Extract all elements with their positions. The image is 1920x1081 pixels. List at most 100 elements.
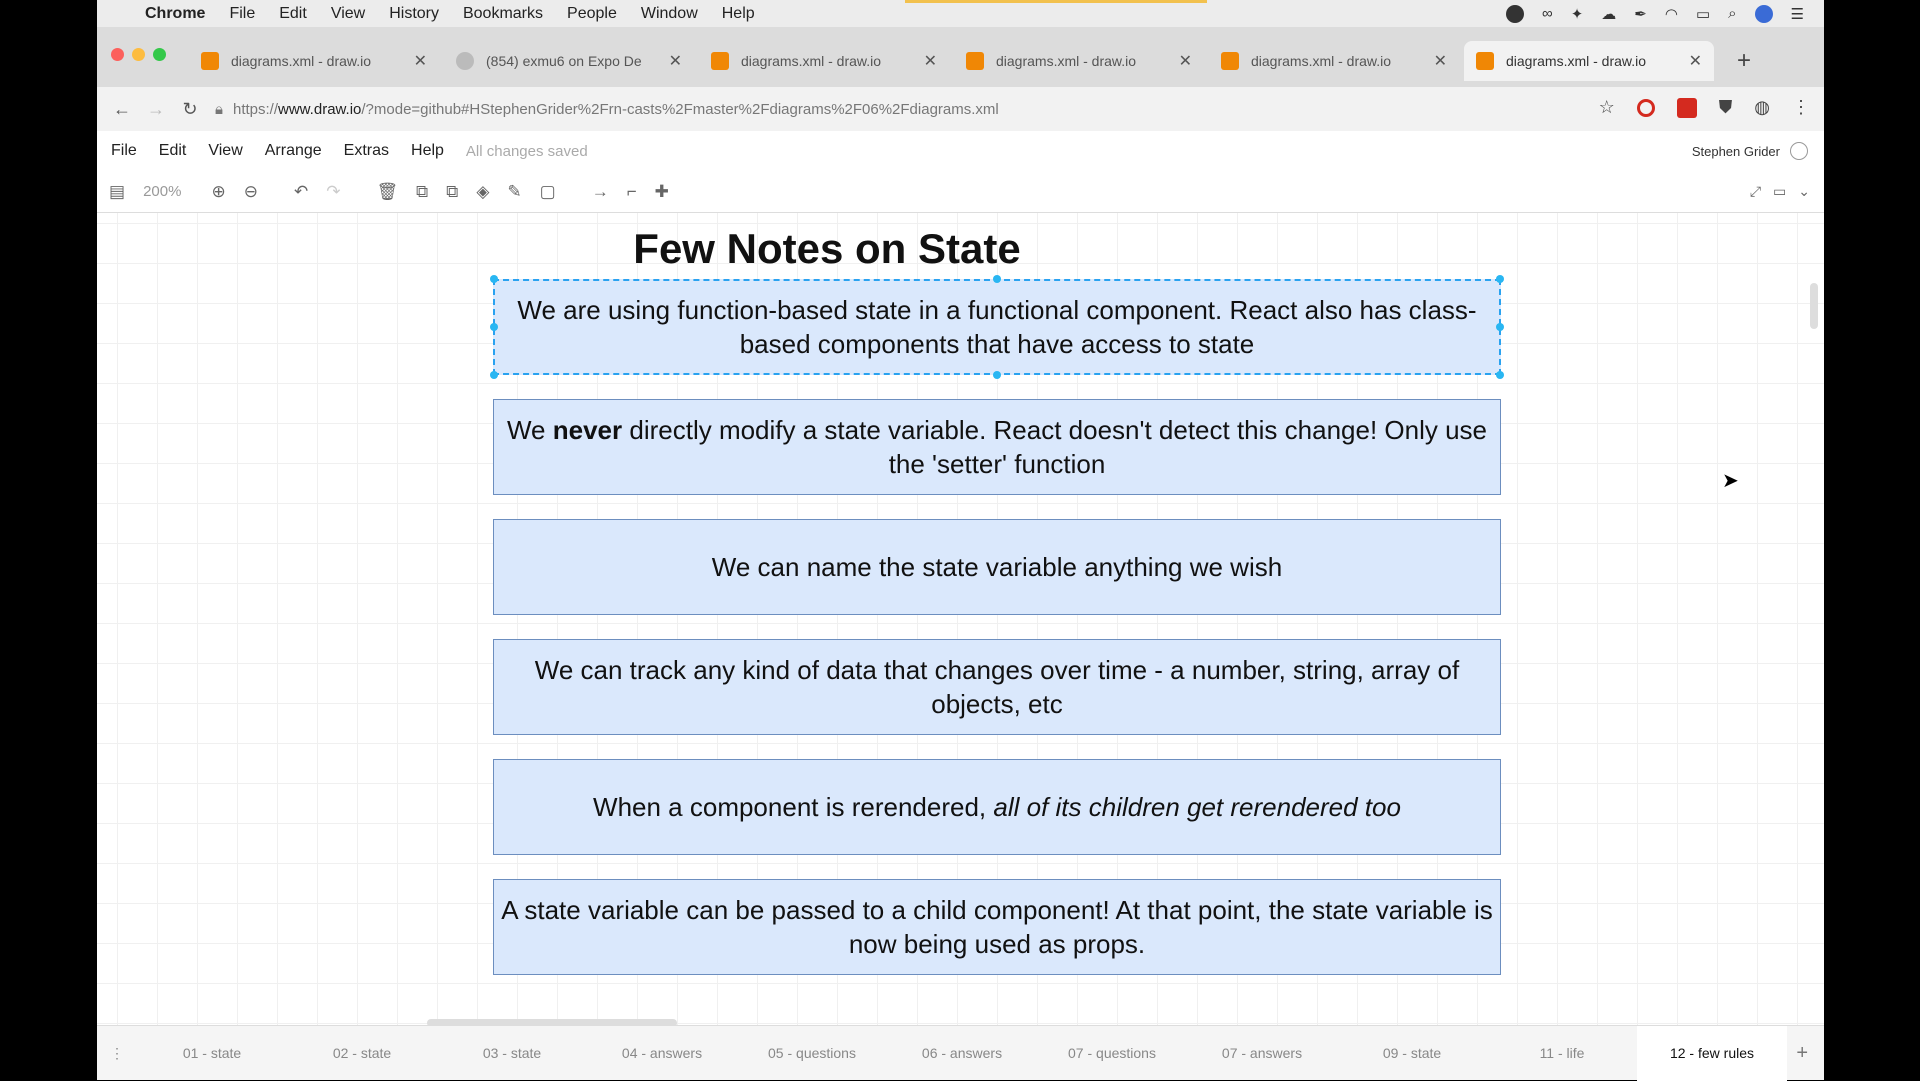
browser-tab[interactable]: diagrams.xml - draw.io ✕ [699,41,949,81]
extension-icon[interactable]: ⛊ [1719,97,1733,118]
close-tab-icon[interactable]: ✕ [414,51,427,71]
chrome-menu-icon[interactable]: ⋮ [1792,97,1810,118]
close-tab-icon[interactable]: ✕ [1179,51,1192,71]
page-tab[interactable]: 05 - questions [737,1045,887,1061]
page-tab[interactable]: 12 - few rules [1637,1025,1787,1081]
siri-icon[interactable] [1754,4,1773,23]
add-page-button[interactable]: + [1796,1042,1824,1065]
menu-history[interactable]: History [389,5,439,23]
page-tab[interactable]: 07 - answers [1187,1045,1337,1061]
close-window-button[interactable] [111,48,124,61]
page-tab[interactable]: 03 - state [437,1045,587,1061]
menu-view[interactable]: View [331,5,365,23]
page-tab[interactable]: 04 - answers [587,1045,737,1061]
drawio-menu-extras[interactable]: Extras [344,142,389,160]
drawio-menu-help[interactable]: Help [411,142,444,160]
vertical-scrollbar[interactable] [1810,283,1818,329]
page-tab[interactable]: 11 - life [1487,1045,1637,1061]
bookmark-star-icon[interactable]: ☆ [1599,97,1615,118]
resize-handle[interactable] [1496,275,1504,283]
browser-tab[interactable]: diagrams.xml - draw.io ✕ [1209,41,1459,81]
close-tab-icon[interactable]: ✕ [1689,51,1702,71]
new-tab-button[interactable]: + [1737,47,1751,75]
opera-extension-icon[interactable] [1636,98,1655,117]
collapse-icon[interactable]: ⌄ [1798,183,1810,200]
resize-handle[interactable] [1496,371,1504,379]
menu-edit[interactable]: Edit [279,5,307,23]
browser-tab-active[interactable]: diagrams.xml - draw.io ✕ [1464,41,1714,81]
undo-icon[interactable]: ↶ [294,182,308,202]
menu-window[interactable]: Window [641,5,698,23]
resize-handle[interactable] [1496,323,1504,331]
to-back-icon[interactable]: ⧉ [446,182,458,202]
profile-icon[interactable]: ◍ [1754,97,1770,118]
resize-handle[interactable] [993,371,1001,379]
address-bar[interactable]: 🔒︎ https:// www.draw.io /?mode=github#HS… [215,94,1495,124]
menu-app-chrome[interactable]: Chrome [145,5,205,23]
lock-icon[interactable]: 🔒︎ [215,101,223,118]
list-icon[interactable]: ☰ [1791,5,1804,23]
browser-tab[interactable]: diagrams.xml - draw.io ✕ [189,41,439,81]
close-tab-icon[interactable]: ✕ [1434,51,1447,71]
drawio-menu-arrange[interactable]: Arrange [265,142,322,160]
zoom-window-button[interactable] [153,48,166,61]
note-box[interactable]: We are using function-based state in a f… [493,279,1501,375]
drawio-menu-file[interactable]: File [111,142,137,160]
zoom-in-icon[interactable]: ⊕ [211,182,225,202]
search-icon[interactable]: ⌕ [1728,5,1736,22]
status-app-icon[interactable] [1506,4,1524,23]
browser-tab[interactable]: diagrams.xml - draw.io ✕ [954,41,1204,81]
redo-icon[interactable]: ↷ [326,182,340,202]
diagram-title[interactable]: Few Notes on State [97,225,1727,273]
menu-bookmarks[interactable]: Bookmarks [463,5,543,23]
waypoints-icon[interactable]: ⌐ [627,182,637,202]
resize-handle[interactable] [490,371,498,379]
note-box[interactable]: A state variable can be passed to a chil… [493,879,1501,975]
reload-icon[interactable]: ↻ [173,99,207,120]
glasses-icon[interactable]: ∞ [1542,5,1553,22]
back-icon[interactable]: ← [105,99,139,120]
wifi-icon[interactable]: ◠ [1665,5,1678,23]
zoom-select[interactable]: 200% [143,183,181,200]
resize-handle[interactable] [490,323,498,331]
resize-handle[interactable] [490,275,498,283]
screencast-extension-icon[interactable] [1676,97,1697,118]
note-box[interactable]: We can name the state variable anything … [493,519,1501,615]
fullscreen-icon[interactable]: ⤢ [1750,183,1761,200]
note-box[interactable]: We can track any kind of data that chang… [493,639,1501,735]
cloud-icon[interactable]: ☁ [1601,5,1616,23]
page-tab[interactable]: 07 - questions [1037,1045,1187,1061]
delete-icon[interactable]: 🗑︎ [376,182,398,202]
resize-handle[interactable] [993,275,1001,283]
format-toggle-icon[interactable]: ▭ [1773,183,1786,200]
fill-color-icon[interactable]: ◈ [476,182,489,202]
user-menu[interactable]: Stephen Grider [1692,144,1790,159]
format-panel-icon[interactable]: ▤ [109,182,125,202]
to-front-icon[interactable]: ⧉ [416,182,428,202]
zoom-out-icon[interactable]: ⊖ [244,182,258,202]
minimize-window-button[interactable] [132,48,145,61]
pages-menu-icon[interactable]: ⋮ [97,1045,137,1062]
insert-icon[interactable]: ✚ [655,182,669,202]
connection-icon[interactable]: → [592,182,609,202]
note-box[interactable]: We never directly modify a state variabl… [493,399,1501,495]
menu-help[interactable]: Help [722,5,755,23]
shadow-icon[interactable]: ▢ [540,182,556,202]
feather-icon[interactable]: ✒ [1634,5,1647,23]
diagram-canvas[interactable]: Few Notes on State We are using function… [97,213,1824,1025]
globe-icon[interactable] [1790,142,1808,160]
bird-icon[interactable]: ✦ [1571,5,1584,23]
menu-people[interactable]: People [567,5,617,23]
close-tab-icon[interactable]: ✕ [669,51,682,71]
browser-tab[interactable]: (854) exmu6 on Expo De ✕ [444,41,694,81]
page-tab[interactable]: 09 - state [1337,1045,1487,1061]
line-color-icon[interactable]: ✎ [507,182,521,202]
page-tab[interactable]: 01 - state [137,1045,287,1061]
forward-icon[interactable]: → [139,99,173,120]
page-tab[interactable]: 02 - state [287,1045,437,1061]
drawio-menu-view[interactable]: View [208,142,242,160]
drawio-menu-edit[interactable]: Edit [159,142,187,160]
menu-file[interactable]: File [229,5,255,23]
page-tab[interactable]: 06 - answers [887,1045,1037,1061]
battery-icon[interactable]: ▭ [1696,5,1710,23]
